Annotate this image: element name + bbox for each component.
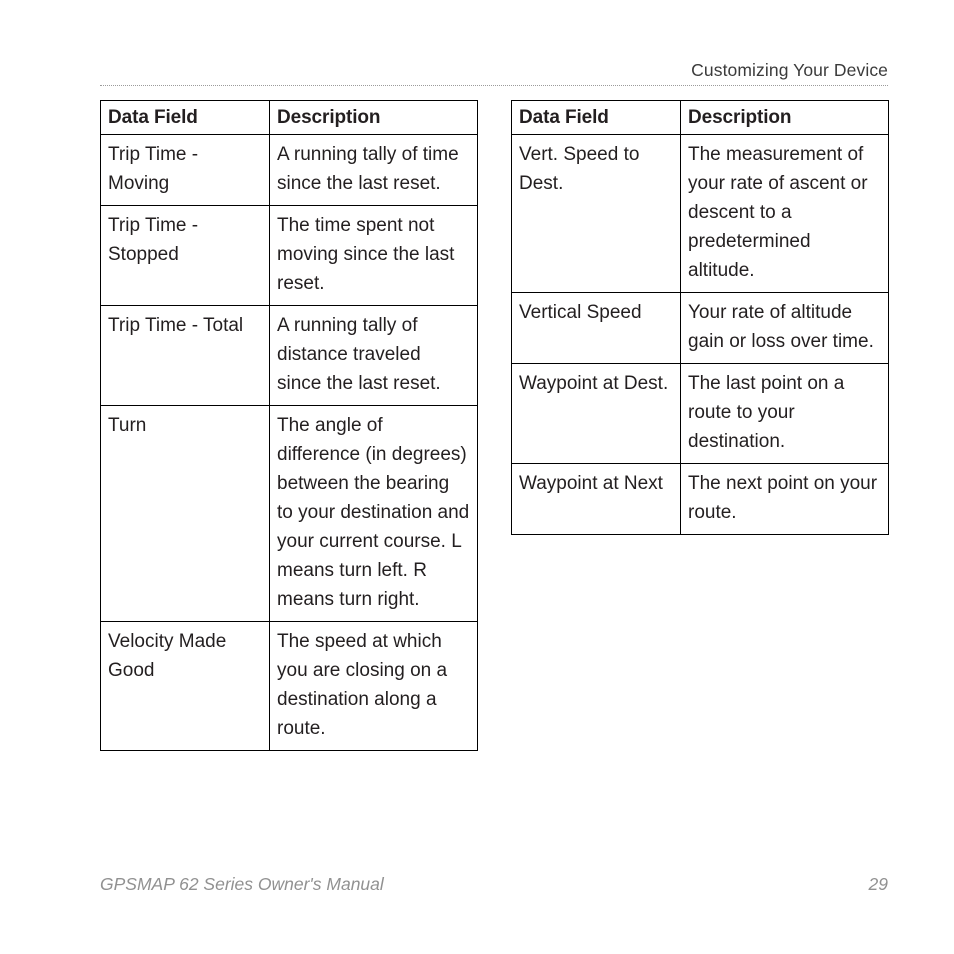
table-row: Waypoint at Dest. The last point on a ro… (511, 363, 889, 464)
header-divider-rule (100, 85, 888, 87)
cell-data-field: Trip Time - Stopped (100, 205, 270, 306)
table-row: Vertical Speed Your rate of altitude gai… (511, 292, 889, 364)
table-row: Trip Time - Stopped The time spent not m… (100, 205, 478, 306)
table-right-body: Vert. Speed to Dest. The measurement of … (511, 134, 889, 535)
cell-data-field: Waypoint at Next (511, 463, 681, 535)
table-row: Velocity Made Good The speed at which yo… (100, 621, 478, 751)
footer-manual-title: GPSMAP 62 Series Owner's Manual (100, 874, 384, 894)
data-fields-table-left: Data Field Description Trip Time - Movin… (100, 100, 478, 751)
table-header-row: Data Field Description (100, 100, 478, 135)
column-header-data-field: Data Field (511, 100, 681, 135)
table-row: Turn The angle of difference (in degrees… (100, 405, 478, 622)
cell-description: A running tally of time since the last r… (269, 134, 478, 206)
cell-data-field: Velocity Made Good (100, 621, 270, 751)
cell-description: The next point on your route. (680, 463, 889, 535)
column-header-description: Description (269, 100, 478, 135)
data-fields-table-right: Data Field Description Vert. Speed to De… (511, 100, 889, 535)
column-header-description: Description (680, 100, 889, 135)
cell-description: The speed at which you are closing on a … (269, 621, 478, 751)
table-row: Vert. Speed to Dest. The measurement of … (511, 134, 889, 293)
cell-data-field: Vert. Speed to Dest. (511, 134, 681, 293)
cell-description: A running tally of distance traveled sin… (269, 305, 478, 406)
data-fields-table-left-wrapper: Data Field Description Trip Time - Movin… (100, 100, 478, 751)
table-header-row: Data Field Description (511, 100, 889, 135)
table-row: Trip Time - Moving A running tally of ti… (100, 134, 478, 206)
column-header-data-field: Data Field (100, 100, 270, 135)
page-canvas: Customizing Your Device Data Field Descr… (0, 0, 954, 954)
cell-description: The last point on a route to your destin… (680, 363, 889, 464)
cell-data-field: Trip Time - Total (100, 305, 270, 406)
cell-description: The time spent not moving since the last… (269, 205, 478, 306)
cell-data-field: Vertical Speed (511, 292, 681, 364)
table-row: Waypoint at Next The next point on your … (511, 463, 889, 535)
cell-data-field: Waypoint at Dest. (511, 363, 681, 464)
footer-page-number: 29 (868, 874, 888, 894)
table-row: Trip Time - Total A running tally of dis… (100, 305, 478, 406)
cell-data-field: Turn (100, 405, 270, 622)
table-left-body: Trip Time - Moving A running tally of ti… (100, 134, 478, 751)
cell-description: The angle of difference (in degrees) bet… (269, 405, 478, 622)
cell-description: Your rate of altitude gain or loss over … (680, 292, 889, 364)
running-header-section-title: Customizing Your Device (691, 60, 888, 80)
data-fields-table-right-wrapper: Data Field Description Vert. Speed to De… (511, 100, 889, 535)
cell-data-field: Trip Time - Moving (100, 134, 270, 206)
cell-description: The measurement of your rate of ascent o… (680, 134, 889, 293)
page-footer: GPSMAP 62 Series Owner's Manual 29 (100, 872, 888, 898)
table-left-header: Data Field Description (100, 100, 478, 135)
table-right-header: Data Field Description (511, 100, 889, 135)
